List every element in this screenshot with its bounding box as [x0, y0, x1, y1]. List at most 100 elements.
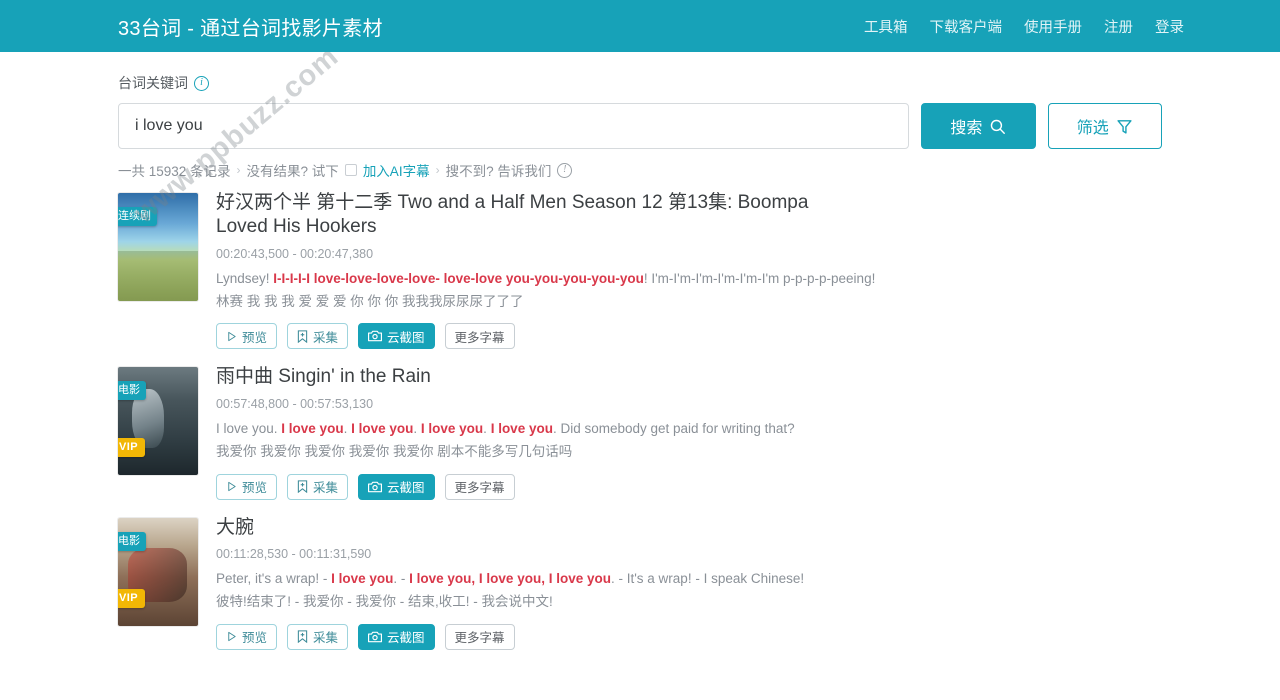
- collect-button[interactable]: 采集: [287, 473, 349, 500]
- nav-manual[interactable]: 使用手册: [1024, 16, 1082, 37]
- subtitle-text: ! I'm-I'm-I'm-I'm-I'm-I'm p-p-p-p-peeing…: [643, 270, 876, 286]
- subtitle-text: .: [483, 420, 491, 436]
- subtitle-chinese: 彼特!结束了! - 我爱你 - 我爱你 - 结束,收工! - 我会说中文!: [216, 593, 553, 609]
- cloud-screenshot-button[interactable]: 云截图: [358, 323, 435, 350]
- thumbnail-column: 电影 VIP: [118, 514, 198, 650]
- result-timecode: 00:20:43,500 - 00:20:47,380: [216, 246, 374, 261]
- subtitle-text: . -: [393, 570, 410, 586]
- camera-icon: [368, 330, 383, 342]
- bookmark-plus-icon: [297, 480, 308, 494]
- preview-label: 预览: [242, 330, 268, 345]
- camera-icon: [368, 631, 383, 643]
- result-body: 大腕 00:11:28,530 - 00:11:31,590 Peter, it…: [216, 514, 1162, 650]
- more-subtitles-button[interactable]: 更多字幕: [444, 473, 515, 500]
- search-row: 搜索 筛选: [118, 103, 1162, 149]
- ai-subtitle-checkbox[interactable]: [344, 164, 357, 176]
- subtitle-highlight: I love you: [490, 420, 553, 436]
- result-actions: 预览 采集 云截图 更多字幕: [216, 623, 1162, 650]
- collect-button[interactable]: 采集: [287, 323, 349, 350]
- cloud-screenshot-label: 云截图: [387, 330, 425, 345]
- subtitle-highlight: I love you: [420, 420, 484, 436]
- results-meta-row: 一共 15932 条记录 › 没有结果? 试下 加入AI字幕 › 搜不到? 告诉…: [118, 160, 1162, 180]
- nav-toolbox[interactable]: 工具箱: [864, 16, 908, 37]
- collect-button[interactable]: 采集: [287, 623, 349, 650]
- media-type-badge: 电影: [118, 531, 146, 551]
- info-icon[interactable]: !: [557, 162, 573, 178]
- subtitle-english: I love you. I love you. I love you. I lo…: [216, 419, 886, 440]
- preview-button[interactable]: 预览: [216, 623, 278, 650]
- thumbnail-column: 连续剧: [118, 189, 198, 349]
- more-subtitles-label: 更多字幕: [454, 631, 505, 646]
- subtitle-highlight: I love you, I love you, I love you: [409, 570, 611, 586]
- subtitle-english: Peter, it's a wrap! - I love you. - I lo…: [216, 569, 886, 590]
- result-body: 雨中曲 Singin' in the Rain 00:57:48,800 - 0…: [216, 363, 1162, 500]
- result-title[interactable]: 好汉两个半 第十二季 Two and a Half Men Season 12 …: [216, 191, 841, 240]
- collect-label: 采集: [313, 481, 339, 496]
- meta-separator-1: ›: [236, 163, 241, 177]
- more-subtitles-button[interactable]: 更多字幕: [444, 623, 515, 650]
- result-actions: 预览 采集 云截图 更多字幕: [216, 323, 1162, 350]
- subtitle-chinese: 我爱你 我爱你 我爱你 我爱你 我爱你 剧本不能多写几句话吗: [216, 443, 573, 459]
- search-label-text: 台词关键词: [118, 75, 188, 91]
- funnel-icon: [1116, 118, 1133, 135]
- subtitle-text: . Did somebody get paid for writing that…: [552, 420, 795, 436]
- camera-icon: [368, 481, 383, 493]
- media-type-badge: 电影: [118, 381, 146, 401]
- subtitle-english: Lyndsey! I-I-I-I-I love-love-love-love- …: [216, 269, 886, 290]
- more-subtitles-label: 更多字幕: [454, 330, 505, 345]
- filter-button[interactable]: 筛选: [1047, 103, 1162, 149]
- subtitle-text: Lyndsey!: [216, 270, 274, 286]
- result-item: 电影 VIP 雨中曲 Singin' in the Rain 00:57:48,…: [118, 363, 1162, 500]
- result-actions: 预览 采集 云截图 更多字幕: [216, 473, 1162, 500]
- subtitle-text: Peter, it's a wrap! -: [216, 570, 332, 586]
- site-brand[interactable]: 33台词 - 通过台词找影片素材: [118, 12, 383, 41]
- subtitle-text: .: [343, 420, 352, 436]
- media-type-badge: 连续剧: [118, 207, 157, 226]
- bookmark-plus-icon: [297, 330, 308, 343]
- search-button[interactable]: 搜索: [921, 103, 1036, 149]
- play-icon: [226, 331, 237, 342]
- nav-download-client[interactable]: 下载客户端: [930, 16, 1003, 37]
- ai-subtitle-link[interactable]: 加入AI字幕: [363, 160, 430, 180]
- nav-register[interactable]: 注册: [1104, 16, 1133, 37]
- top-navbar: 33台词 - 通过台词找影片素材 工具箱 下载客户端 使用手册 注册 登录: [0, 0, 1280, 52]
- preview-label: 预览: [242, 481, 268, 496]
- result-count: 一共 15932 条记录: [118, 164, 231, 179]
- no-result-hint: 没有结果? 试下: [246, 164, 339, 179]
- cloud-screenshot-button[interactable]: 云截图: [358, 473, 435, 500]
- magnifier-icon: [989, 118, 1006, 135]
- meta-separator-2: ›: [435, 163, 440, 177]
- poster-thumbnail[interactable]: 电影 VIP: [118, 367, 198, 476]
- cloud-screenshot-label: 云截图: [387, 481, 425, 496]
- subtitle-highlight: I love you: [281, 420, 344, 436]
- preview-label: 预览: [242, 631, 268, 646]
- more-subtitles-button[interactable]: 更多字幕: [444, 323, 515, 350]
- subtitle-highlight: I-I-I-I-I love-love-love-love- love-love…: [273, 270, 644, 286]
- result-timecode: 00:11:28,530 - 00:11:31,590: [216, 546, 372, 561]
- result-title[interactable]: 雨中曲 Singin' in the Rain: [216, 365, 841, 389]
- cloud-screenshot-button[interactable]: 云截图: [358, 623, 435, 650]
- vip-badge: VIP: [118, 438, 145, 458]
- preview-button[interactable]: 预览: [216, 473, 278, 500]
- poster-thumbnail[interactable]: 电影 VIP: [118, 517, 198, 626]
- collect-label: 采集: [313, 330, 339, 345]
- vip-badge: VIP: [118, 588, 145, 608]
- result-item: 电影 VIP 大腕 00:11:28,530 - 00:11:31,590 Pe…: [118, 514, 1162, 650]
- more-subtitles-label: 更多字幕: [454, 481, 505, 496]
- page-content: www.ppbuzz.com 台词关键词 i 搜索 筛选 一共 15: [0, 40, 1280, 650]
- result-timecode: 00:57:48,800 - 00:57:53,130: [216, 396, 374, 411]
- result-title[interactable]: 大腕: [216, 516, 841, 540]
- preview-button[interactable]: 预览: [216, 323, 278, 350]
- poster-thumbnail[interactable]: 连续剧: [118, 193, 198, 301]
- nav-login[interactable]: 登录: [1155, 16, 1184, 37]
- info-icon[interactable]: i: [194, 75, 209, 91]
- subtitle-text: I love you.: [216, 420, 282, 436]
- result-item: 连续剧 好汉两个半 第十二季 Two and a Half Men Season…: [118, 189, 1162, 350]
- cloud-screenshot-label: 云截图: [387, 631, 425, 646]
- search-input[interactable]: [118, 103, 910, 149]
- subtitle-text: .: [413, 420, 421, 436]
- nav-links: 工具箱 下载客户端 使用手册 注册 登录: [864, 16, 1184, 37]
- tell-us-text[interactable]: 搜不到? 告诉我们: [446, 160, 552, 180]
- results-list: 连续剧 好汉两个半 第十二季 Two and a Half Men Season…: [118, 189, 1162, 650]
- result-body: 好汉两个半 第十二季 Two and a Half Men Season 12 …: [216, 189, 1162, 350]
